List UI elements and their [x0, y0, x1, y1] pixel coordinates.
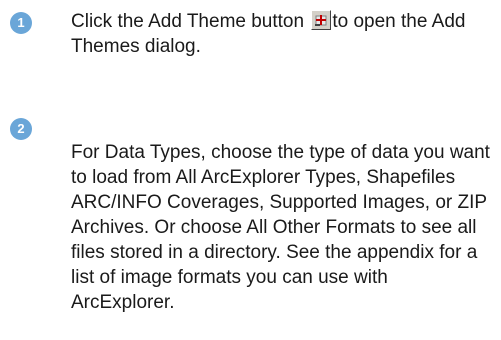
add-theme-icon: [311, 10, 332, 30]
step-number-badge: 1: [10, 12, 32, 34]
step-1-instruction: Click the Add Theme button to open the A…: [71, 9, 491, 59]
step-2-instruction: For Data Types, choose the type of data …: [71, 142, 490, 313]
step-1-text-before-icon: Click the Add Theme button: [71, 11, 310, 32]
step-number-badge: 2: [10, 118, 32, 140]
